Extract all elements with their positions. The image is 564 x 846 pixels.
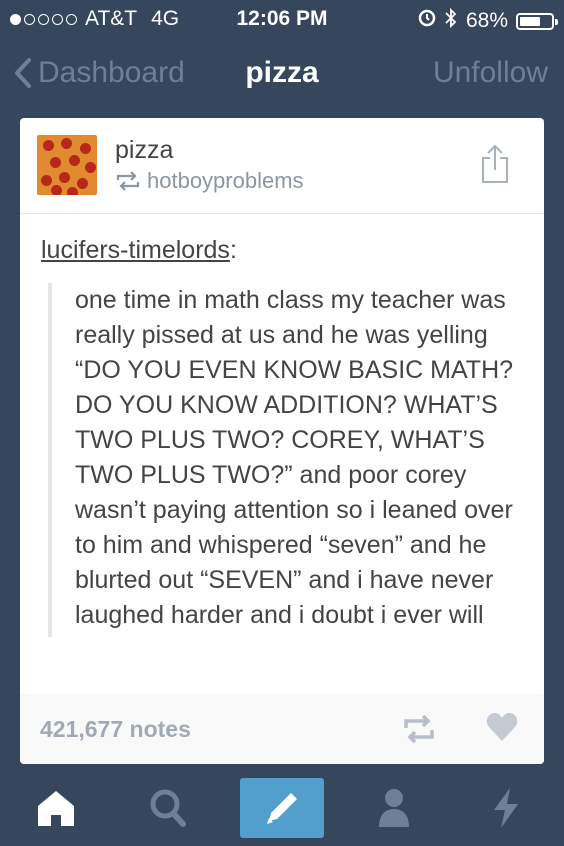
reblogged-from: hotboyproblems <box>115 168 304 194</box>
back-label: Dashboard <box>38 56 185 89</box>
back-button[interactable]: Dashboard <box>14 56 185 90</box>
nav-bar: Dashboard pizza Unfollow <box>0 44 564 104</box>
like-button[interactable] <box>486 712 518 747</box>
search-icon <box>150 789 186 827</box>
alarm-icon <box>418 9 436 33</box>
unfollow-button[interactable]: Unfollow <box>433 56 548 90</box>
reblog-icon <box>404 714 434 744</box>
activity-icon <box>494 788 518 828</box>
status-right: 68% <box>418 7 558 35</box>
share-icon <box>482 144 508 183</box>
source-user-link[interactable]: lucifers-timelords <box>41 236 230 264</box>
source-attribution: lucifers-timelords: <box>41 236 524 265</box>
reblogged-from-name[interactable]: hotboyproblems <box>147 168 304 194</box>
chevron-left-icon <box>15 58 31 88</box>
notes-count[interactable]: 421,677 notes <box>40 716 191 743</box>
tab-activity[interactable] <box>464 778 548 838</box>
share-button[interactable] <box>480 144 510 189</box>
blog-name[interactable]: pizza <box>115 136 173 165</box>
tab-account[interactable] <box>352 778 436 838</box>
battery-percent: 68% <box>465 9 508 32</box>
tab-home[interactable] <box>14 778 98 838</box>
post-quote: one time in math class my teacher was re… <box>48 283 524 637</box>
battery-icon <box>516 12 558 30</box>
reblog-button[interactable] <box>402 714 436 749</box>
tab-bar <box>0 770 564 846</box>
compose-icon <box>267 793 297 824</box>
post-card: pizza hotboyproblems lucifers-timelords:… <box>20 118 544 764</box>
reblog-icon <box>116 171 140 191</box>
home-icon <box>38 791 74 826</box>
heart-icon <box>486 713 518 741</box>
account-icon <box>379 789 409 827</box>
tab-search[interactable] <box>126 778 210 838</box>
status-bar: AT&T 4G 12:06 PM 68% <box>0 0 564 38</box>
avatar[interactable] <box>37 135 97 195</box>
battery-fill <box>520 16 540 26</box>
tab-compose[interactable] <box>240 778 324 838</box>
post-header: pizza hotboyproblems <box>20 118 544 214</box>
post-footer: 421,677 notes <box>20 694 544 764</box>
bluetooth-icon <box>444 7 458 35</box>
source-suffix: : <box>229 236 237 264</box>
post-body: lucifers-timelords: one time in math cla… <box>20 214 544 637</box>
